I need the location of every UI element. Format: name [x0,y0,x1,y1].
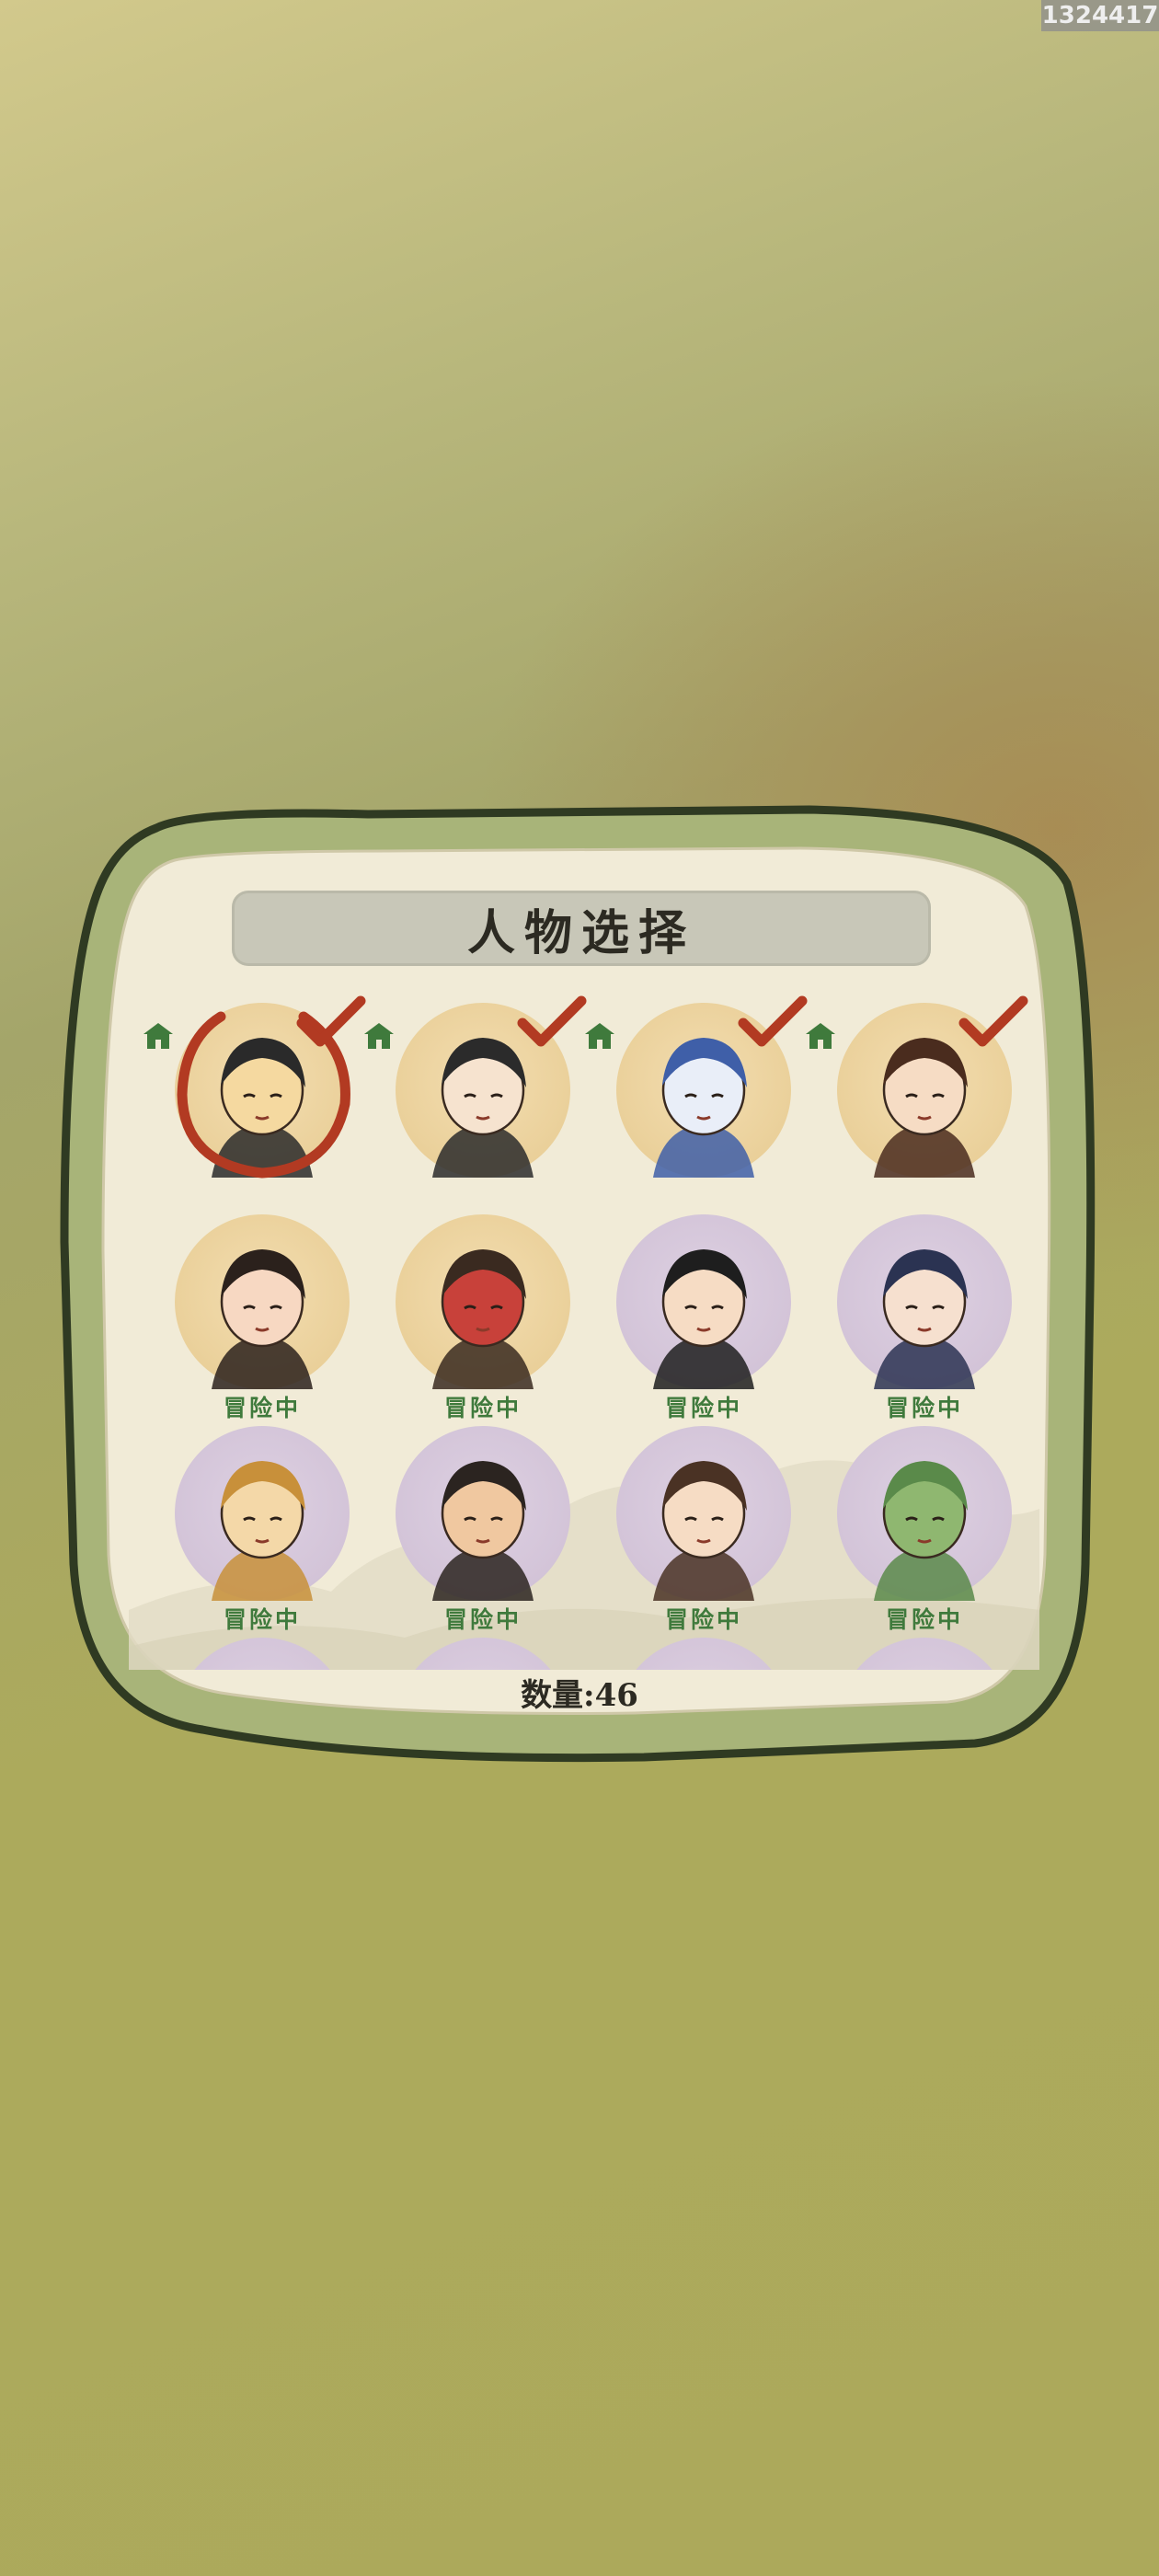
character-portrait [837,1214,1012,1389]
adventuring-status-label: 冒险中 [223,1395,301,1421]
home-icon [364,1023,394,1049]
adventuring-status-label: 冒险中 [885,1395,963,1421]
character-portrait [616,1214,791,1389]
character-portrait [616,1638,791,1670]
adventuring-status-label: 冒险中 [664,1606,742,1633]
character-slot-partial-row-2[interactable] [368,1638,589,1670]
character-portrait [837,1426,1012,1601]
character-grid[interactable]: 冒险中 冒险中 冒险中 冒险中 冒险中 冒险中 冒险中 冒险中 [129,984,1039,1670]
character-slot-smiling-maiden[interactable]: 冒险中 [809,1214,1030,1421]
character-portrait [616,1426,791,1601]
character-slot-bearded-elder[interactable]: 冒险中 [368,1426,589,1633]
character-portrait [396,1214,570,1389]
adventuring-status-label: 冒险中 [223,1606,301,1633]
character-slot-girl-hair-buns[interactable]: 冒险中 [589,1426,809,1633]
character-portrait [837,1638,1012,1670]
character-portrait [175,1638,350,1670]
character-slot-red-faced-general[interactable]: 冒险中 [368,1214,589,1421]
adventuring-status-label: 冒险中 [443,1395,522,1421]
panel-title-bar: 人物选择 [232,891,931,966]
character-slot-white-haired-swordsman[interactable] [364,995,589,1205]
character-portrait [175,1426,350,1601]
panel-title: 人物选择 [466,904,695,961]
character-slot-scholar-black-hat[interactable]: 冒险中 [589,1214,809,1421]
character-count: 数量:46 [521,1677,638,1714]
character-slot-noble-lady[interactable] [806,995,1030,1205]
character-slot-monkey-king[interactable]: 冒险中 [147,1426,368,1633]
adventuring-status-label: 冒险中 [664,1395,742,1421]
character-slot-partial-row-3[interactable] [589,1638,809,1670]
adventuring-status-label: 冒险中 [443,1606,522,1633]
home-icon [585,1023,614,1049]
checkmark-icon [738,995,808,1047]
character-slot-green-fish-creature[interactable]: 冒险中 [809,1426,1030,1633]
character-slot-partial-row-1[interactable] [147,1638,368,1670]
home-icon [806,1023,835,1049]
character-portrait [396,1426,570,1601]
character-portrait [175,1214,350,1389]
character-portrait [396,1638,570,1670]
character-slot-raven-warrior[interactable] [143,995,368,1205]
character-slot-blue-dragon[interactable] [585,995,809,1205]
checkmark-icon [517,995,587,1047]
checkmark-icon [296,995,366,1047]
checkmark-icon [958,995,1028,1047]
character-slot-nezha-child[interactable]: 冒险中 [147,1214,368,1421]
adventuring-status-label: 冒险中 [885,1606,963,1633]
home-icon [143,1023,173,1049]
character-slot-partial-row-4[interactable] [809,1638,1030,1670]
